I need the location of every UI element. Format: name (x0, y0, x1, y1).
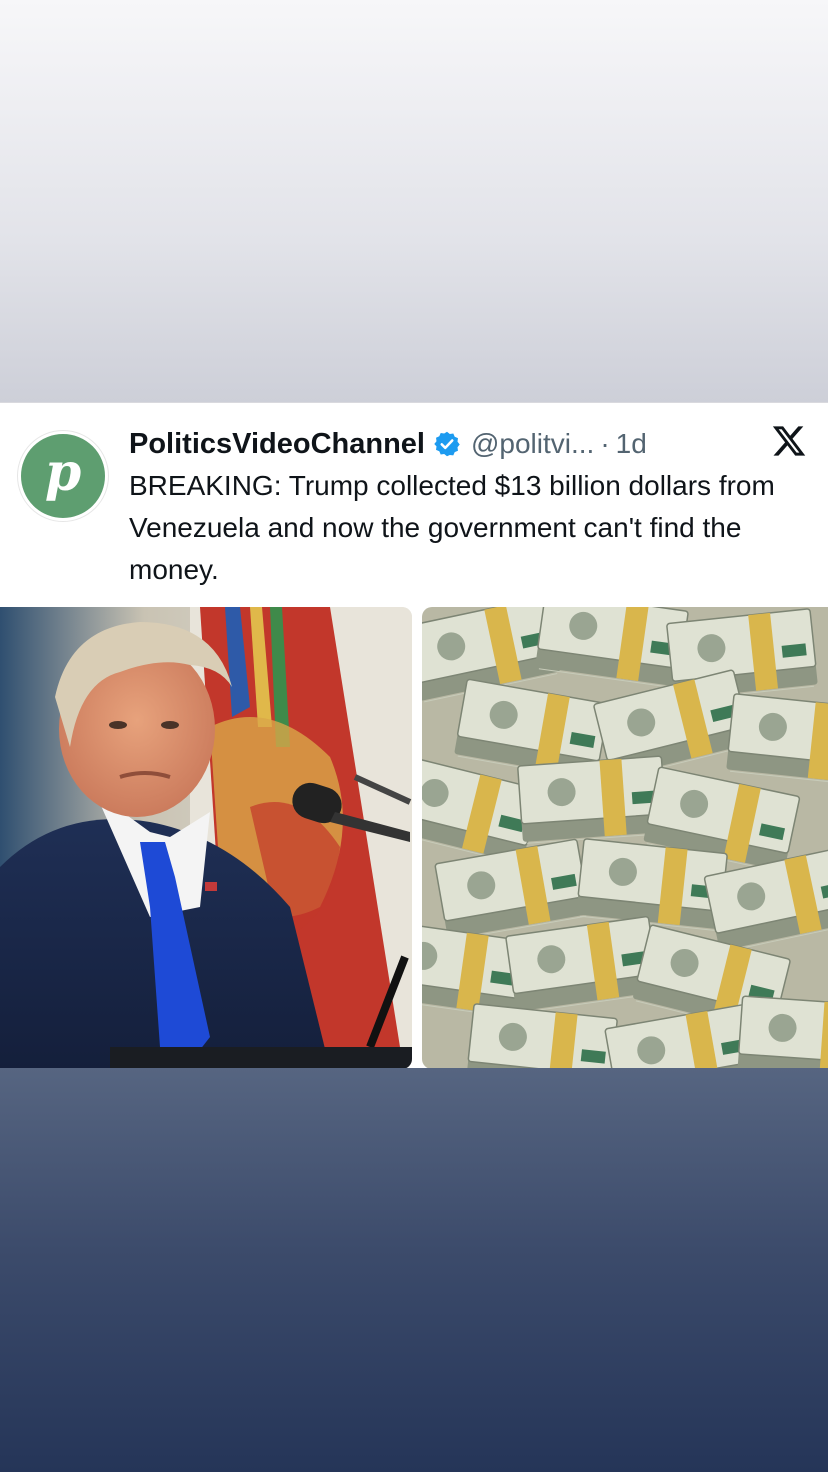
money-stack-graphic (517, 755, 667, 844)
background-bottom (0, 1068, 828, 1472)
tweet-header: PoliticsVideoChannel @politvi... · 1d (129, 421, 647, 467)
background-top (0, 0, 828, 402)
display-name[interactable]: PoliticsVideoChannel (129, 428, 425, 461)
tweet-card[interactable]: p PoliticsVideoChannel @politvi... · 1d … (0, 402, 828, 1069)
money-stack-graphic (726, 693, 828, 786)
money-stacks-photo (422, 607, 828, 1069)
media-image-left[interactable] (0, 607, 412, 1069)
media-image-right[interactable] (422, 607, 828, 1069)
avatar[interactable]: p (18, 431, 108, 521)
verified-badge-icon (434, 431, 460, 457)
money-stack-graphic (737, 995, 828, 1069)
timestamp[interactable]: 1d (616, 428, 647, 460)
x-logo-icon[interactable] (771, 423, 807, 459)
man-at-podium-photo (0, 607, 412, 1069)
separator-dot: · (600, 428, 610, 459)
handle[interactable]: @politvi... (471, 428, 594, 460)
avatar-letter: p (44, 442, 82, 503)
tweet-text: BREAKING: Trump collected $13 billion do… (129, 470, 775, 585)
